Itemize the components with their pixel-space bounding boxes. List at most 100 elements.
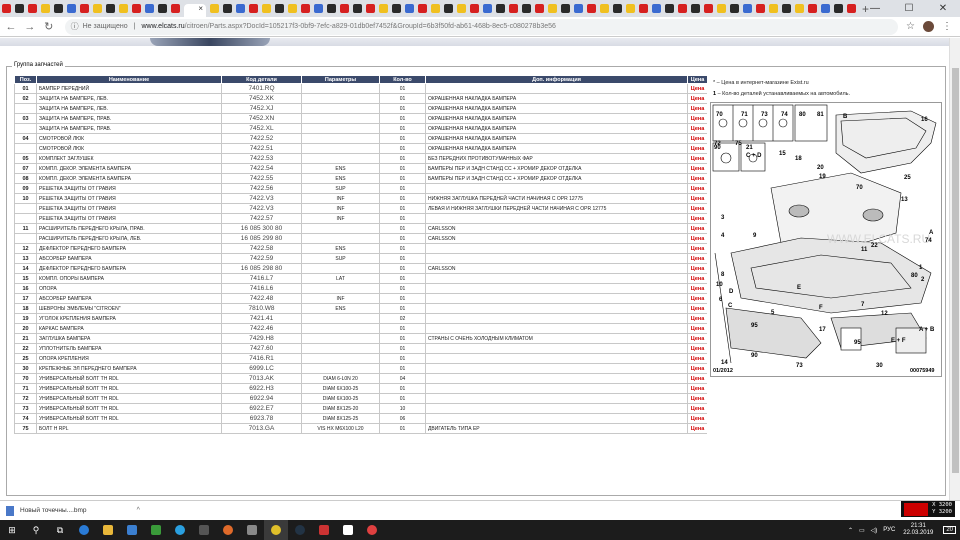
browser-tab[interactable] bbox=[756, 4, 765, 13]
diagram-callout[interactable]: 75 bbox=[735, 141, 742, 147]
price-link[interactable]: Цена bbox=[691, 276, 705, 282]
store-icon[interactable] bbox=[120, 520, 144, 540]
browser-tab[interactable] bbox=[119, 4, 128, 13]
price-link[interactable]: Цена bbox=[691, 286, 705, 292]
price-link[interactable]: Цена bbox=[691, 396, 705, 402]
price-link[interactable]: Цена bbox=[691, 306, 705, 312]
code-cell[interactable]: 16 085 299 80 bbox=[221, 233, 302, 244]
code-cell[interactable]: 7422.57 bbox=[221, 213, 302, 224]
browser-tab[interactable] bbox=[418, 4, 427, 13]
col-header-code[interactable]: Код детали bbox=[221, 75, 302, 84]
price-link[interactable]: Цена bbox=[691, 366, 705, 372]
calculator-icon[interactable] bbox=[192, 520, 216, 540]
diagram-callout[interactable]: 90 bbox=[714, 145, 721, 151]
code-cell[interactable]: 7416.R1 bbox=[221, 353, 302, 364]
exploded-parts-diagram[interactable]: WWW.ELCATS.RU 70 71 73 74 80 81 72 75 90 21 C + DB… bbox=[710, 102, 942, 377]
doc-app-icon[interactable] bbox=[336, 520, 360, 540]
minimize-button[interactable]: — bbox=[858, 0, 892, 17]
code-cell[interactable]: 7810.W8 bbox=[221, 303, 302, 314]
diagram-callout[interactable]: 95 bbox=[751, 323, 758, 329]
diagram-callout[interactable]: 20 bbox=[817, 165, 824, 171]
chevron-up-icon[interactable]: ⌃ bbox=[848, 527, 853, 534]
diagram-callout[interactable]: 8 bbox=[721, 272, 725, 278]
diagram-callout[interactable]: 73 bbox=[796, 363, 803, 369]
code-cell[interactable]: 6922.94 bbox=[221, 393, 302, 404]
code-cell[interactable]: 7422.51 bbox=[221, 143, 302, 154]
browser-tab[interactable] bbox=[223, 4, 232, 13]
browser-tab[interactable] bbox=[704, 4, 713, 13]
browser-tab[interactable] bbox=[327, 4, 336, 13]
price-link[interactable]: Цена bbox=[691, 356, 705, 362]
browser-tab[interactable] bbox=[145, 4, 154, 13]
browser-tab[interactable] bbox=[782, 4, 791, 13]
price-link[interactable]: Цена bbox=[691, 236, 705, 242]
browser-tab[interactable] bbox=[314, 4, 323, 13]
browser-tab[interactable] bbox=[340, 4, 349, 13]
browser-tab[interactable] bbox=[54, 4, 63, 13]
price-link[interactable]: Цена bbox=[691, 426, 705, 432]
diagram-callout[interactable]: 17 bbox=[819, 327, 826, 333]
diagram-callout[interactable]: 80 bbox=[911, 273, 918, 279]
diagram-callout[interactable]: 19 bbox=[819, 174, 826, 180]
price-link[interactable]: Цена bbox=[691, 226, 705, 232]
browser-tab-active[interactable]: × bbox=[184, 4, 206, 17]
diagram-callout[interactable]: E bbox=[797, 285, 801, 291]
browser-tab[interactable] bbox=[717, 4, 726, 13]
language-indicator[interactable]: РУС bbox=[883, 527, 895, 533]
browser-tab[interactable] bbox=[743, 4, 752, 13]
code-cell[interactable]: 7421.41 bbox=[221, 313, 302, 324]
browser-tab[interactable] bbox=[600, 4, 609, 13]
green-app-icon[interactable] bbox=[144, 520, 168, 540]
browser-tab[interactable] bbox=[522, 4, 531, 13]
browser-tab[interactable] bbox=[834, 4, 843, 13]
download-item[interactable]: Новый точечны....bmp ^ bbox=[6, 505, 140, 516]
code-cell[interactable]: 7452.XJ bbox=[221, 103, 302, 114]
code-cell[interactable]: 7422.V3 bbox=[221, 193, 302, 204]
browser-tab[interactable] bbox=[288, 4, 297, 13]
browser-tab[interactable] bbox=[769, 4, 778, 13]
steam-icon[interactable] bbox=[288, 520, 312, 540]
diagram-callout[interactable]: 21 bbox=[746, 145, 753, 151]
diagram-callout[interactable]: 4 bbox=[721, 233, 725, 239]
diagram-callout[interactable]: 25 bbox=[904, 175, 911, 181]
browser-tab[interactable] bbox=[2, 4, 11, 13]
diagram-callout[interactable]: 22 bbox=[871, 243, 878, 249]
code-cell[interactable]: 16 085 300 80 bbox=[221, 223, 302, 234]
star-app-icon[interactable] bbox=[360, 520, 384, 540]
search-icon[interactable]: ⚲ bbox=[24, 520, 48, 540]
browser-tab[interactable] bbox=[171, 4, 180, 13]
clock[interactable]: 21:31 22.03.2019 bbox=[903, 523, 933, 537]
col-header-qty[interactable]: Кол-во bbox=[379, 75, 426, 84]
browser-tab[interactable] bbox=[639, 4, 648, 13]
code-cell[interactable]: 7013.AK bbox=[221, 373, 302, 384]
price-link[interactable]: Цена bbox=[691, 376, 705, 382]
code-cell[interactable]: 7422.54 bbox=[221, 163, 302, 174]
price-link[interactable]: Цена bbox=[691, 206, 705, 212]
diagram-callout[interactable]: 81 bbox=[817, 112, 824, 118]
browser-tab[interactable] bbox=[457, 4, 466, 13]
browser-tab[interactable] bbox=[587, 4, 596, 13]
page-scrollbar[interactable] bbox=[949, 38, 960, 500]
code-cell[interactable]: 7422.56 bbox=[221, 183, 302, 194]
code-cell[interactable]: 7452.XK bbox=[221, 93, 302, 104]
code-cell[interactable]: 7422.55 bbox=[221, 173, 302, 184]
diagram-callout[interactable]: 3 bbox=[721, 215, 725, 221]
code-cell[interactable]: 7401.RQ bbox=[221, 83, 302, 94]
back-icon[interactable]: ← bbox=[3, 21, 19, 33]
price-link[interactable]: Цена bbox=[691, 216, 705, 222]
code-cell[interactable]: 7452.XL bbox=[221, 123, 302, 134]
price-link[interactable]: Цена bbox=[691, 166, 705, 172]
browser-tab[interactable] bbox=[535, 4, 544, 13]
close-window-button[interactable]: ✕ bbox=[926, 0, 960, 17]
volume-icon[interactable]: ◁) bbox=[871, 527, 878, 534]
browser-tab[interactable] bbox=[691, 4, 700, 13]
url-input[interactable]: ⓘ Не защищено | www.elcats.ru /citroen/P… bbox=[64, 18, 899, 35]
price-link[interactable]: Цена bbox=[691, 96, 705, 102]
diagram-callout[interactable]: 18 bbox=[795, 156, 802, 162]
col-header-pos[interactable]: Поз. bbox=[14, 75, 37, 84]
browser-tab[interactable] bbox=[652, 4, 661, 13]
diagram-callout[interactable]: 13 bbox=[901, 197, 908, 203]
browser-tab[interactable] bbox=[366, 4, 375, 13]
code-cell[interactable]: 7452.XN bbox=[221, 113, 302, 124]
browser-tab[interactable] bbox=[444, 4, 453, 13]
